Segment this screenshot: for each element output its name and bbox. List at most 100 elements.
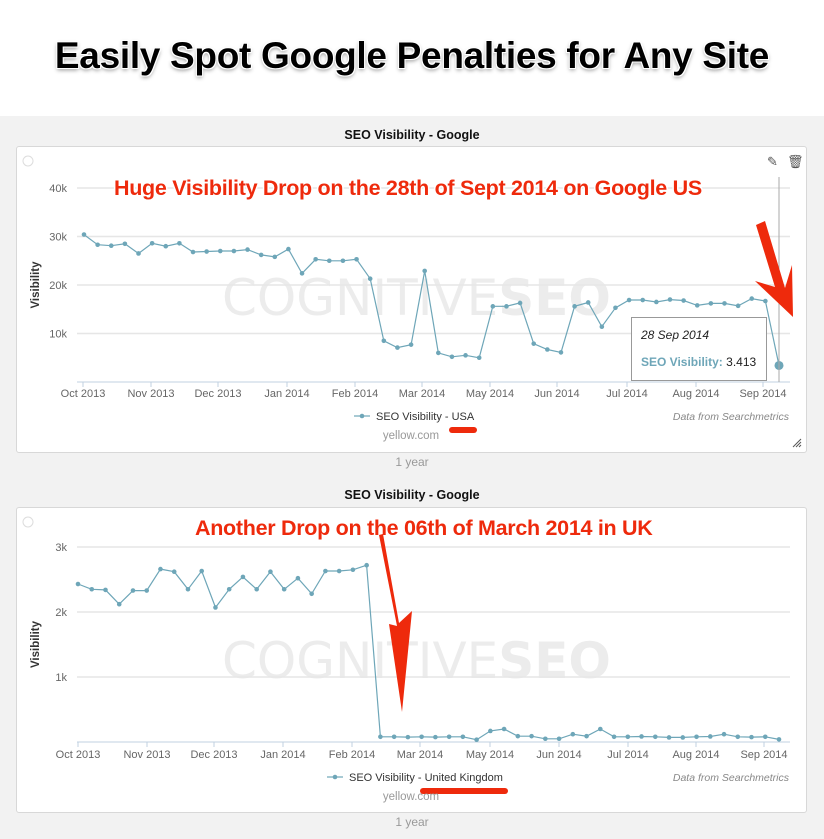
x-tick-label: Sep 2014 bbox=[739, 388, 786, 400]
data-point bbox=[217, 248, 223, 254]
range-label-usa[interactable]: 1 year bbox=[0, 455, 824, 469]
data-point bbox=[364, 562, 369, 568]
data-point bbox=[231, 248, 237, 254]
data-point bbox=[504, 304, 509, 309]
legend-marker-icon bbox=[359, 413, 365, 419]
x-tick-label: Sep 2014 bbox=[740, 749, 787, 761]
data-point bbox=[433, 734, 438, 740]
data-point bbox=[313, 256, 318, 262]
chart-select-radio bbox=[22, 155, 34, 167]
data-point bbox=[268, 569, 273, 574]
highlight-underline bbox=[449, 427, 477, 433]
x-tick-label: Jul 2014 bbox=[607, 749, 649, 761]
x-tick-label: Jul 2014 bbox=[606, 388, 648, 400]
data-point bbox=[408, 342, 414, 347]
data-point bbox=[763, 298, 768, 304]
arrow-icon bbox=[755, 221, 793, 317]
trash-icon[interactable]: 🗑 bbox=[787, 154, 804, 170]
data-point bbox=[326, 258, 332, 264]
data-point bbox=[749, 734, 754, 740]
watermark-bold: SEO bbox=[498, 632, 611, 690]
data-credit: Data from Searchmetrics bbox=[673, 772, 790, 784]
data-point bbox=[89, 586, 95, 592]
y-tick-label: 40k bbox=[49, 183, 67, 195]
data-point bbox=[515, 733, 521, 739]
data-point bbox=[708, 301, 714, 306]
data-point bbox=[680, 735, 686, 740]
pencil-icon[interactable]: ✎ bbox=[767, 154, 778, 170]
data-point bbox=[108, 243, 114, 249]
legend: SEO Visibility - United Kingdom bbox=[327, 772, 503, 784]
data-point bbox=[446, 734, 452, 740]
data-point bbox=[158, 566, 163, 572]
data-point bbox=[323, 568, 328, 574]
data-point bbox=[185, 586, 191, 592]
data-point bbox=[694, 303, 700, 308]
data-point bbox=[463, 353, 468, 358]
chart-tooltip: 28 Sep 2014 SEO Visibility: 3.413 bbox=[631, 317, 767, 381]
data-point bbox=[95, 242, 100, 248]
x-tick-label: Jan 2014 bbox=[260, 749, 305, 761]
data-point bbox=[299, 271, 305, 276]
tooltip-series-label: SEO Visibility: bbox=[641, 355, 723, 369]
data-point bbox=[130, 588, 136, 593]
x-tick-label: Jun 2014 bbox=[536, 749, 581, 761]
data-point bbox=[350, 567, 356, 573]
chart-card-usa: COGNITIVESEO 10k 20k 30k 40k Visibility Oct 20… bbox=[16, 146, 807, 453]
y-tick-label: 10k bbox=[49, 329, 67, 341]
tooltip-date: 28 Sep 2014 bbox=[641, 328, 710, 342]
tooltip-value: 3.413 bbox=[726, 355, 757, 369]
data-point bbox=[625, 734, 631, 740]
chart-title-uk: SEO Visibility - Google bbox=[344, 488, 480, 502]
data-point bbox=[585, 300, 591, 305]
x-tick-label: Jan 2014 bbox=[264, 388, 309, 400]
x-tick-label: Nov 2013 bbox=[123, 749, 170, 761]
data-point bbox=[163, 243, 169, 249]
data-point bbox=[144, 588, 150, 593]
x-tick-label: Oct 2013 bbox=[61, 388, 106, 400]
data-point bbox=[570, 731, 576, 737]
annotation-text: Another Drop on the 06th of March 2014 i… bbox=[195, 516, 653, 540]
data-point bbox=[177, 240, 182, 246]
x-tick-label: Nov 2013 bbox=[127, 388, 174, 400]
data-point bbox=[652, 734, 658, 740]
annotation-text: Huge Visibility Drop on the 28th of Sept… bbox=[114, 176, 702, 200]
x-tick-label: Feb 2014 bbox=[329, 749, 375, 761]
data-point bbox=[422, 268, 427, 274]
data-point bbox=[722, 301, 727, 306]
data-point bbox=[694, 734, 699, 740]
data-point bbox=[199, 568, 205, 574]
range-label-uk[interactable]: 1 year bbox=[0, 815, 824, 829]
resize-handle-icon[interactable] bbox=[792, 438, 802, 448]
data-point bbox=[639, 734, 644, 739]
data-point bbox=[226, 586, 232, 592]
domain-label: yellow.com bbox=[383, 791, 439, 803]
data-point bbox=[556, 736, 562, 742]
data-point bbox=[75, 581, 81, 587]
chart-title-usa: SEO Visibility - Google bbox=[344, 128, 480, 142]
data-point bbox=[122, 241, 128, 247]
watermark-bold: SEO bbox=[498, 269, 611, 327]
y-axis-label: Visibility bbox=[30, 261, 42, 309]
data-point bbox=[354, 256, 359, 262]
data-point bbox=[245, 247, 250, 252]
data-point bbox=[204, 249, 209, 254]
data-point bbox=[136, 251, 141, 256]
y-tick-label: 3k bbox=[55, 542, 67, 554]
chart-svg-usa: COGNITIVESEO 10k 20k 30k 40k Visibility Oct 20… bbox=[22, 155, 793, 442]
legend-label: SEO Visibility - USA bbox=[376, 411, 475, 423]
y-tick-label: 2k bbox=[55, 607, 67, 619]
y-tick-label: 20k bbox=[49, 280, 67, 292]
legend: SEO Visibility - USA bbox=[354, 411, 475, 423]
y-axis-label: Visibility bbox=[30, 620, 42, 668]
data-point bbox=[667, 297, 673, 302]
legend-marker-icon bbox=[332, 774, 338, 780]
data-point bbox=[762, 734, 768, 740]
data-credit: Data from Searchmetrics bbox=[673, 411, 790, 423]
watermark: COGNITIVESEO bbox=[222, 632, 611, 690]
data-point bbox=[309, 591, 314, 597]
data-point bbox=[378, 734, 383, 740]
data-point bbox=[476, 355, 482, 361]
chart-select-radio bbox=[22, 516, 34, 528]
x-tick-label: Mar 2014 bbox=[399, 388, 445, 400]
